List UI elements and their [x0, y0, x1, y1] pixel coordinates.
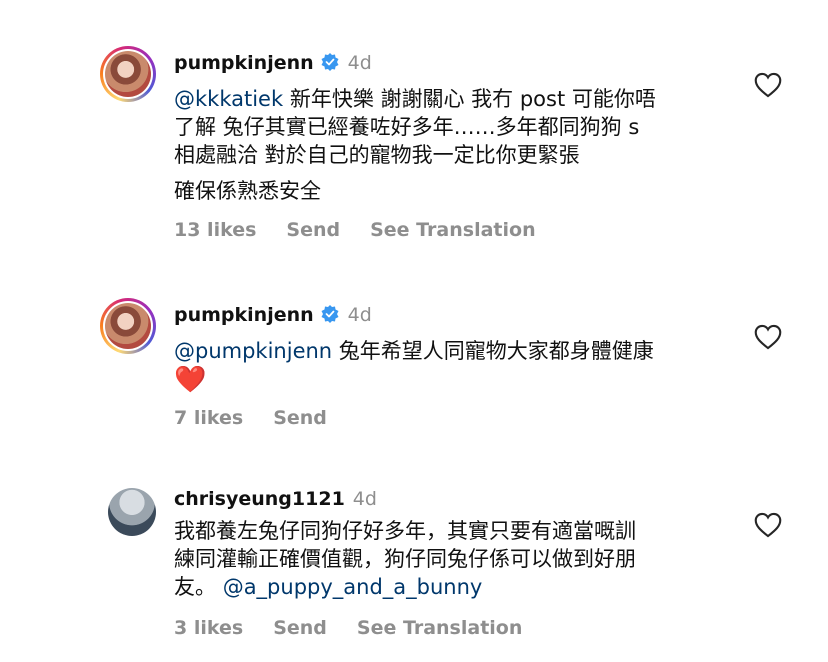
like-heart-icon[interactable]: [754, 512, 782, 538]
avatar[interactable]: [100, 298, 156, 354]
mention-link[interactable]: @pumpkinjenn: [174, 339, 332, 363]
comment-text: @pumpkinjenn 兔年希望人同寵物大家都身體健康 ❤️: [174, 337, 734, 395]
like-heart-icon[interactable]: [754, 324, 782, 350]
mention-link[interactable]: @kkkatiek: [174, 87, 283, 111]
likes-count[interactable]: 13 likes: [174, 219, 256, 241]
comment-header: chrisyeung1121 4d: [174, 488, 377, 510]
comment-actions: 13 likes Send See Translation: [174, 219, 566, 241]
see-translation-button[interactable]: See Translation: [357, 617, 522, 639]
verified-badge-icon: [321, 305, 339, 323]
timestamp: 4d: [352, 488, 377, 510]
timestamp: 4d: [347, 52, 372, 74]
send-button[interactable]: Send: [273, 617, 327, 639]
username[interactable]: chrisyeung1121: [174, 488, 345, 510]
comment-actions: 3 likes Send See Translation: [174, 617, 552, 639]
comment-text: 我都養左兔仔同狗仔好多年，其實只要有適當嘅訓 練同灌輸正確價值觀，狗仔同兔仔係可…: [174, 519, 636, 599]
username[interactable]: pumpkinjenn: [174, 304, 314, 326]
heart-emoji: ❤️: [174, 365, 207, 395]
avatar[interactable]: [108, 488, 156, 536]
send-button[interactable]: Send: [286, 219, 340, 241]
mention-link[interactable]: @a_puppy_and_a_bunny: [223, 575, 483, 599]
likes-count[interactable]: 7 likes: [174, 407, 243, 429]
likes-count[interactable]: 3 likes: [174, 617, 243, 639]
send-button[interactable]: Send: [273, 407, 327, 429]
like-heart-icon[interactable]: [754, 72, 782, 98]
comment-header: pumpkinjenn 4d: [174, 52, 372, 74]
verified-badge-icon: [321, 53, 339, 71]
username[interactable]: pumpkinjenn: [174, 52, 314, 74]
timestamp: 4d: [347, 304, 372, 326]
comment-text: @kkkatiek 新年快樂 謝謝關心 我冇 post 可能你唔 了解 兔仔其實…: [174, 87, 656, 203]
avatar[interactable]: [100, 46, 156, 102]
see-translation-button[interactable]: See Translation: [370, 219, 535, 241]
comment-header: pumpkinjenn 4d: [174, 304, 372, 326]
comment-actions: 7 likes Send: [174, 407, 357, 429]
